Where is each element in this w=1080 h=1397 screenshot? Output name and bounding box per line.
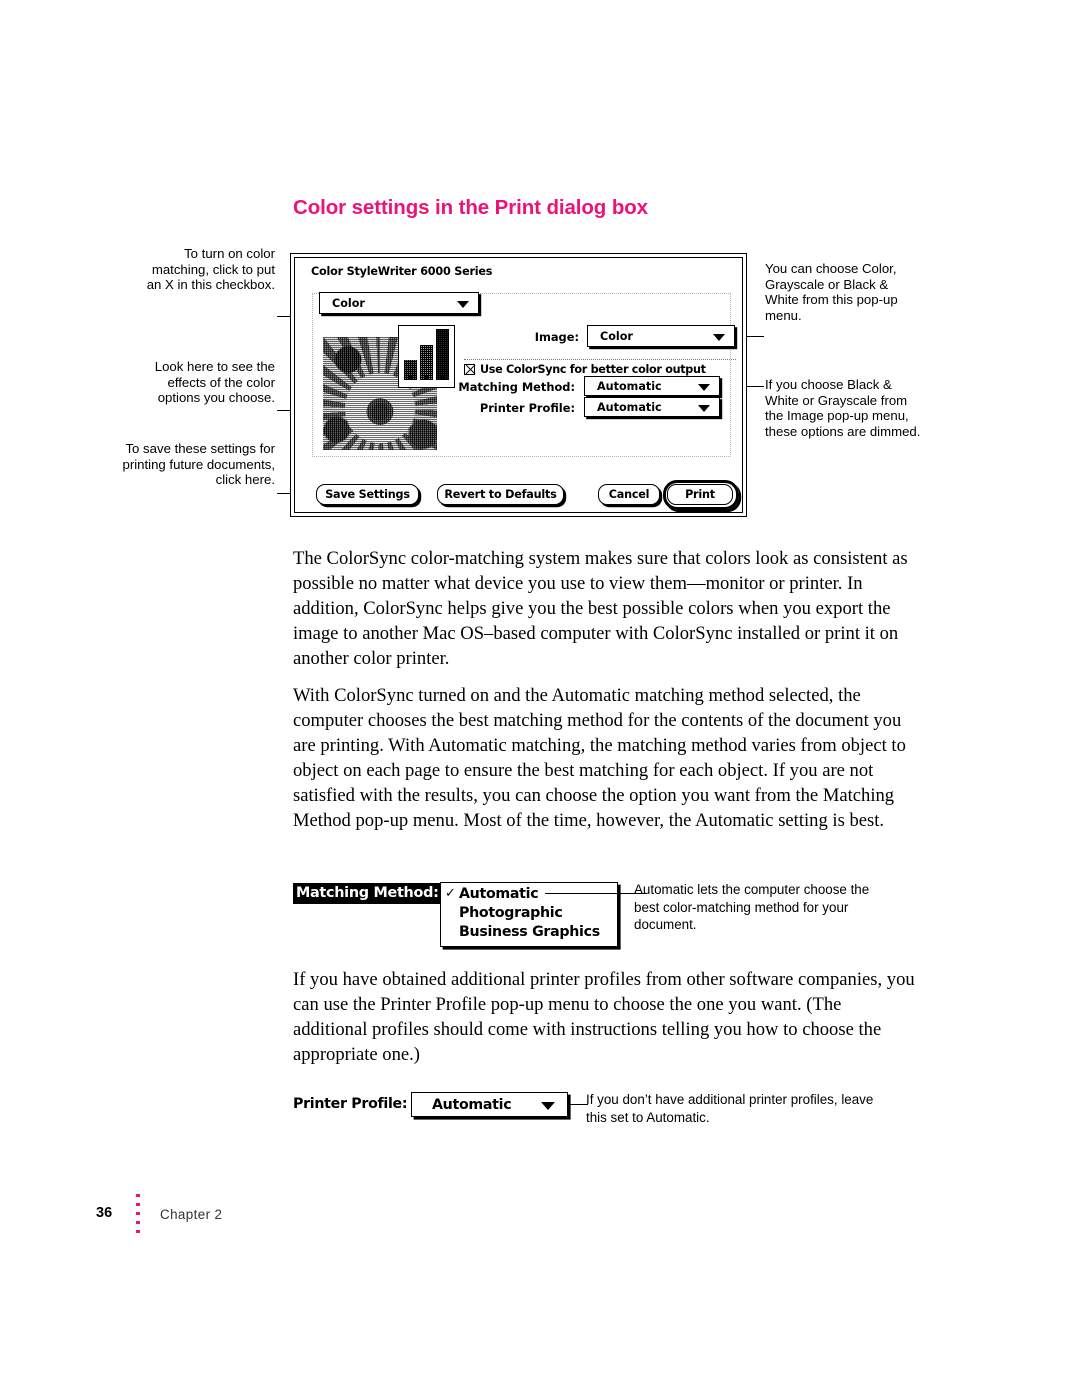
- matching-method-popup-menu[interactable]: Automatic: [584, 376, 720, 396]
- pane-popup-value: Color: [332, 296, 365, 310]
- bar-tick-2: [425, 374, 429, 379]
- chevron-down-icon: [541, 1101, 555, 1110]
- bar-chart-plot: [402, 329, 451, 380]
- printer-profile-figure-label: Printer Profile:: [293, 1096, 408, 1112]
- leader-line-matching-method: [545, 893, 645, 895]
- printer-profile-label: Printer Profile:: [479, 401, 575, 415]
- chapter-label: Chapter 2: [160, 1207, 223, 1222]
- callout-save-settings: To save these settings for printing futu…: [122, 441, 275, 488]
- leader-line-printer-profile: [568, 1104, 588, 1106]
- printer-profile-popup-menu[interactable]: Automatic: [584, 397, 720, 417]
- matching-method-note: Automatic lets the computer choose the b…: [634, 882, 870, 932]
- revert-to-defaults-button[interactable]: Revert to Defaults: [437, 484, 564, 505]
- folio-divider-dots: [136, 1194, 140, 1238]
- matching-method-figure-label: Matching Method:: [293, 883, 442, 904]
- callout-checkbox: To turn on color matching, click to put …: [146, 246, 275, 293]
- save-settings-button[interactable]: Save Settings: [316, 484, 419, 505]
- colorsync-checkbox-label: Use ColorSync for better color output: [480, 363, 706, 376]
- preview-bar-chart: [398, 325, 455, 388]
- printer-profile-figure-value: Automatic: [432, 1096, 512, 1113]
- bar-3: [436, 329, 449, 380]
- body-paragraph-1: The ColorSync color-matching system make…: [293, 548, 908, 669]
- leader-line-printer-profile-vertical: [568, 1095, 570, 1114]
- printer-profile-figure-popup[interactable]: Automatic: [411, 1092, 568, 1117]
- image-popup-value: Color: [600, 329, 633, 343]
- menu-item-photographic[interactable]: Photographic: [441, 904, 617, 923]
- callout-image-popup: You can choose Color, Grayscale or Black…: [765, 261, 898, 323]
- cancel-button[interactable]: Cancel: [598, 484, 660, 505]
- pane-popup-menu[interactable]: Color: [319, 292, 479, 314]
- matching-method-value: Automatic: [597, 379, 662, 393]
- page-number: 36: [96, 1205, 113, 1221]
- checkbox-checked-icon[interactable]: [464, 364, 475, 375]
- chevron-down-icon: [698, 383, 710, 391]
- colorsync-checkbox-row[interactable]: Use ColorSync for better color output: [464, 363, 706, 376]
- bar-tick-3: [441, 374, 445, 379]
- printer-profile-value: Automatic: [597, 400, 662, 414]
- image-popup-menu[interactable]: Color: [587, 325, 735, 347]
- matching-method-label: Matching Method:: [458, 380, 575, 394]
- print-button[interactable]: Print: [667, 484, 733, 505]
- menu-item-automatic[interactable]: Automatic: [441, 885, 617, 904]
- dialog-title: Color StyleWriter 6000 Series: [311, 265, 493, 278]
- menu-item-business-graphics[interactable]: Business Graphics: [441, 923, 617, 942]
- callout-dimmed-options: If you choose Black & White or Grayscale…: [765, 377, 921, 439]
- colorsync-group-divider: [464, 359, 736, 360]
- chevron-down-icon: [698, 404, 710, 412]
- callout-preview: Look here to see the effects of the colo…: [154, 359, 275, 406]
- matching-method-open-menu[interactable]: Automatic Photographic Business Graphics: [440, 882, 618, 947]
- chevron-down-icon: [713, 333, 725, 341]
- printer-profile-note: If you don’t have additional printer pro…: [586, 1092, 874, 1125]
- image-label: Image:: [534, 330, 579, 344]
- body-paragraph-2: With ColorSync turned on and the Automat…: [293, 685, 906, 831]
- body-paragraph-3: If you have obtained additional printer …: [293, 969, 915, 1065]
- print-dialog-figure: To turn on color matching, click to put …: [0, 0, 1080, 530]
- bar-tick-1: [409, 374, 413, 379]
- chevron-down-icon: [457, 300, 469, 308]
